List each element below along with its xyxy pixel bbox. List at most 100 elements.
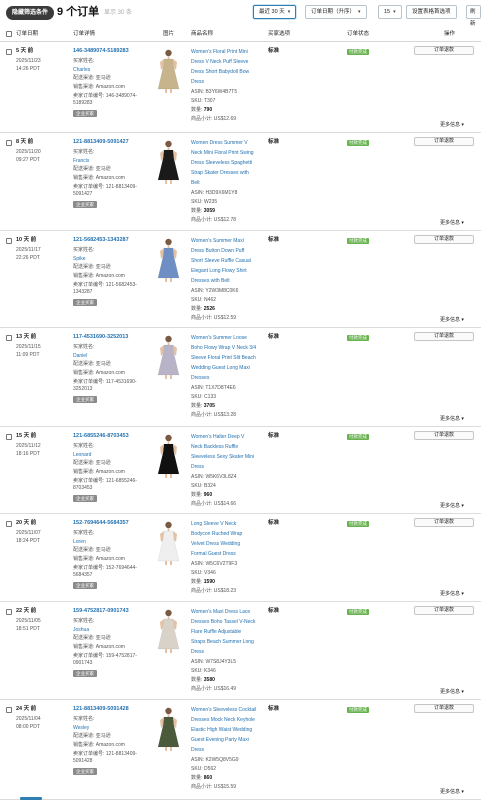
order-id-link[interactable]: 152-7694644-5684357 <box>73 520 155 527</box>
product-image[interactable] <box>155 237 182 283</box>
buyer-name-label: 买家姓名: <box>73 617 95 624</box>
refund-button[interactable]: 订单退款 <box>414 46 474 55</box>
product-name-line[interactable]: Dresses <box>191 374 266 384</box>
buyer-name-link[interactable]: Francis <box>73 158 155 165</box>
product-image[interactable] <box>155 139 182 185</box>
refund-button[interactable]: 订单退款 <box>414 431 474 440</box>
product-name-line[interactable]: Neck Backless Ruffle <box>191 443 266 453</box>
refund-button[interactable]: 订单退款 <box>414 235 474 244</box>
order-id-link[interactable]: 121-6855246-8703453 <box>73 433 155 440</box>
order-checkbox[interactable] <box>6 49 12 55</box>
more-info-toggle[interactable]: 更多信息 ▾ <box>440 220 464 227</box>
product-name-line[interactable]: Sleeve Floral Print Slit Beach <box>191 354 266 364</box>
refund-button[interactable]: 订单退款 <box>414 332 474 341</box>
product-name-line[interactable]: Formal Guest Dress <box>191 550 266 560</box>
product-name-line[interactable]: Neck Mini Floral Print Swing <box>191 149 266 159</box>
table-settings-button[interactable]: 设置表格首选项 <box>406 5 457 19</box>
product-name-line[interactable]: Women's Floral Print Mini <box>191 48 266 58</box>
refund-button[interactable]: 订单退款 <box>414 137 474 146</box>
product-name-line[interactable]: Boho Flowy Wrap V Neck 3/4 <box>191 344 266 354</box>
product-image[interactable] <box>155 706 182 752</box>
more-info-toggle[interactable]: 更多信息 ▾ <box>440 317 464 324</box>
product-name-line[interactable]: Short Sleeve Ruffle Casual <box>191 257 266 267</box>
order-checkbox[interactable] <box>6 140 12 146</box>
order-id-link[interactable]: 159-4752817-0901743 <box>73 608 155 615</box>
product-name-line[interactable]: Flare Ruffle Adjustable <box>191 628 266 638</box>
refund-button[interactable]: 订单退款 <box>414 606 474 615</box>
chevron-down-icon: ▾ <box>358 9 361 15</box>
buyer-name-link[interactable]: Charles <box>73 67 155 74</box>
product-name-line[interactable]: Dress Sleeveless Spaghetti <box>191 159 266 169</box>
buyer-name-link[interactable]: Leonard <box>73 452 155 459</box>
order-checkbox[interactable] <box>6 609 12 615</box>
buyer-name-link[interactable]: Wesley <box>73 725 155 732</box>
order-id-link[interactable]: 117-4531690-3252013 <box>73 334 155 341</box>
product-name-line[interactable]: Dresses Mock Neck Keyhole <box>191 716 266 726</box>
seller-order-id-cont: 1343287 <box>73 289 93 296</box>
order-id-link[interactable]: 121-8813409-5091428 <box>73 706 155 713</box>
product-name-line[interactable]: Elastic High Waist Wedding <box>191 726 266 736</box>
hide-filters-button[interactable]: 隐藏筛选条件 <box>6 6 55 20</box>
product-name-line[interactable]: Bodycon Ruched Wrap <box>191 530 266 540</box>
order-id-link[interactable]: 146-3489074-5189283 <box>73 48 155 55</box>
product-name-line[interactable]: Guest Evening Party Maxi <box>191 736 266 746</box>
seller-order-id: 卖家订单编号: 121-6855246- <box>73 478 137 485</box>
buyer-name-link[interactable]: Loren <box>73 539 155 546</box>
product-name-line[interactable]: Dress Button Down Puff <box>191 247 266 257</box>
product-name-line[interactable]: Dresses Boho Tassel V-Neck <box>191 618 266 628</box>
product-name-line[interactable]: Belt <box>191 179 266 189</box>
more-info-toggle[interactable]: 更多信息 ▾ <box>440 122 464 129</box>
buyer-name-link[interactable]: Joshua <box>73 627 155 634</box>
product-name-line[interactable]: Dresses with Belt <box>191 277 266 287</box>
product-name-line[interactable]: Strap Skater Dresses with <box>191 169 266 179</box>
order-checkbox[interactable] <box>6 521 12 527</box>
more-info-toggle[interactable]: 更多信息 ▾ <box>440 789 464 796</box>
product-name-line[interactable]: Dress <box>191 78 266 88</box>
sort-select[interactable]: 订单日期（升序） ▾ <box>305 5 367 19</box>
seller-order-id: 卖家订单编号: 146-3489074- <box>73 93 137 100</box>
product-name-line[interactable]: Wedding Guest Long Maxi <box>191 364 266 374</box>
product-name-line[interactable]: Elegant Long Flowy Shirt <box>191 267 266 277</box>
product-image[interactable] <box>155 48 182 94</box>
product-name-line[interactable]: Women's Halter Deep V <box>191 433 266 443</box>
per-page-select[interactable]: 15 ▾ <box>378 5 402 19</box>
order-time: 09:27 PDT <box>16 157 40 164</box>
order-checkbox[interactable] <box>6 238 12 244</box>
product-name-line[interactable]: Straps Beach Summer Long <box>191 638 266 648</box>
more-info-toggle[interactable]: 更多信息 ▾ <box>440 591 464 598</box>
more-info-toggle[interactable]: 更多信息 ▾ <box>440 689 464 696</box>
product-name-line[interactable]: Dress <box>191 463 266 473</box>
refresh-button[interactable]: 刷新 <box>466 5 481 27</box>
refund-button[interactable]: 订单退款 <box>414 704 474 713</box>
product-name-line[interactable]: Sleeveless Sexy Skater Mini <box>191 453 266 463</box>
product-name-line[interactable]: Women's Maxi Dress Lace <box>191 608 266 618</box>
select-all-checkbox[interactable] <box>6 31 12 37</box>
more-info-toggle[interactable]: 更多信息 ▾ <box>440 416 464 423</box>
product-name-line[interactable]: Women's Summer Maxi <box>191 237 266 247</box>
date-range-select[interactable]: 最近 30 天 ▾ <box>253 5 297 19</box>
product-name-line[interactable]: Dress <box>191 648 266 658</box>
product-name-line[interactable]: Dress Short Babydoll Bow <box>191 68 266 78</box>
product-image[interactable] <box>155 433 182 479</box>
buyer-name-link[interactable]: Daniel <box>73 353 155 360</box>
order-checkbox[interactable] <box>6 707 12 713</box>
refund-button[interactable]: 订单退款 <box>414 518 474 527</box>
order-id-link[interactable]: 121-8813409-5091427 <box>73 139 155 146</box>
product-name-line[interactable]: Dress V Neck Puff Sleeve <box>191 58 266 68</box>
order-date-cell: 20 天 前 2025/11/07 18:24 PDT <box>16 520 71 545</box>
product-name-line[interactable]: Women's Sleeveless Cocktail <box>191 706 266 716</box>
product-name-line[interactable]: Long Sleeve V Neck <box>191 520 266 530</box>
order-checkbox[interactable] <box>6 434 12 440</box>
more-info-toggle[interactable]: 更多信息 ▾ <box>440 503 464 510</box>
product-name-line[interactable]: Women's Summer Loose <box>191 334 266 344</box>
product-image[interactable] <box>155 608 182 654</box>
order-id-link[interactable]: 121-5682453-1343287 <box>73 237 155 244</box>
product-name-line[interactable]: Women Dress Summer V <box>191 139 266 149</box>
product-name-line[interactable]: Dress <box>191 746 266 756</box>
product-image[interactable] <box>155 334 182 380</box>
buyer-name-link[interactable]: Spike <box>73 256 155 263</box>
header-date[interactable]: 订单日期 <box>16 31 38 38</box>
order-checkbox[interactable] <box>6 335 12 341</box>
product-image[interactable] <box>155 520 182 566</box>
product-name-line[interactable]: Velvet Dress Wedding <box>191 540 266 550</box>
